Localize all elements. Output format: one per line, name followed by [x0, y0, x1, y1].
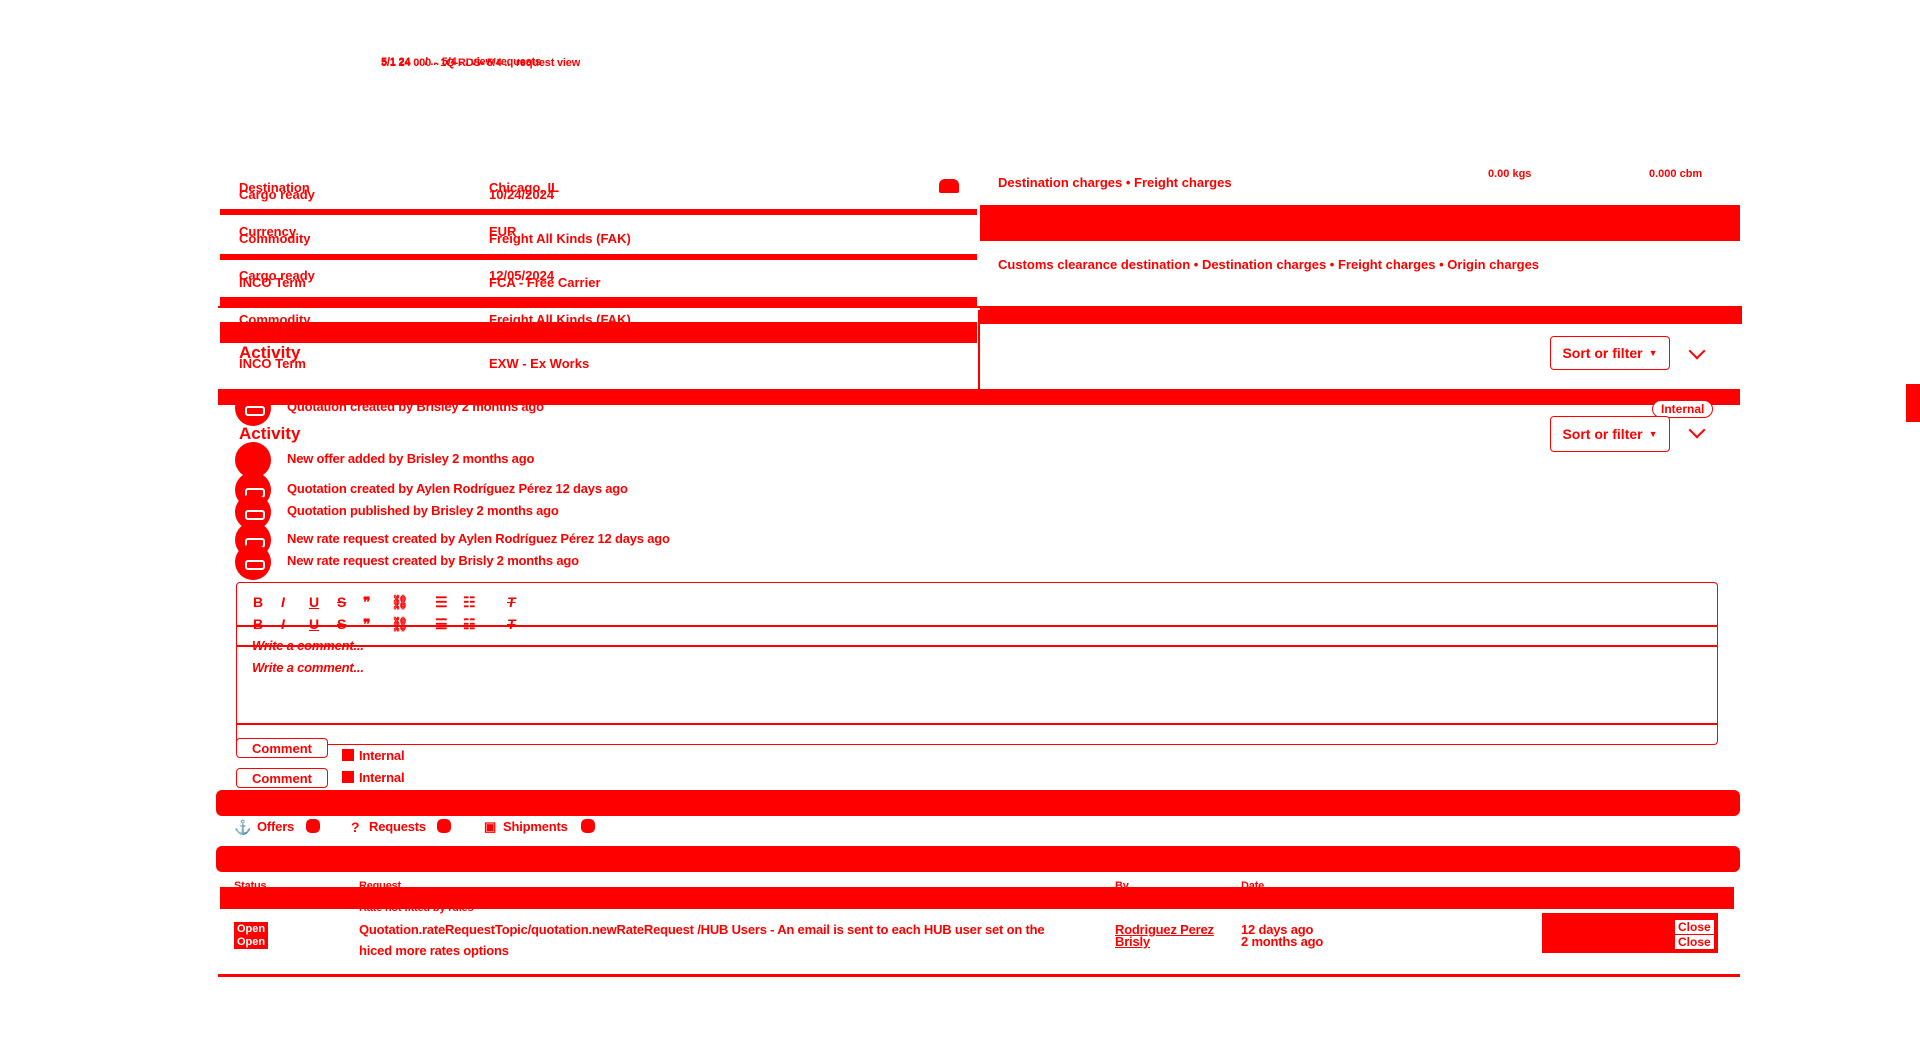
- comment-button[interactable]: Comment: [236, 738, 328, 758]
- quote-icon[interactable]: ❞: [363, 594, 371, 611]
- section-border: [218, 306, 1740, 308]
- request-cell-line2: hiced more rates options: [359, 943, 509, 958]
- bullet-list-icon[interactable]: ☷: [463, 594, 476, 611]
- weight-value: 0.00 kgs: [1488, 168, 1532, 180]
- tabs-divider: [216, 790, 1740, 816]
- internal-checkbox[interactable]: [342, 771, 354, 783]
- clear-format-icon[interactable]: T: [507, 616, 516, 632]
- calendar-icon[interactable]: [939, 179, 959, 193]
- requester-link[interactable]: Brisly: [1115, 934, 1150, 949]
- comment-placeholder-duplicate: Write a comment...: [252, 660, 364, 675]
- bold-icon[interactable]: B: [253, 594, 263, 610]
- avatar: [235, 390, 271, 426]
- strike-icon[interactable]: S: [337, 594, 346, 610]
- sort-filter-label: Sort or filter: [1562, 426, 1643, 442]
- offers-icon: ⚓: [234, 819, 252, 835]
- clear-format-icon[interactable]: T: [507, 594, 516, 610]
- request-cell[interactable]: Quotation.rateRequestTopic/quotation.new…: [359, 922, 1045, 937]
- breadcrumb-duplicate: 5/1 24 000 - 1Q-RDS- 5/4 ... request vie…: [381, 57, 581, 69]
- chevron-down-icon[interactable]: [1688, 421, 1706, 439]
- strike-icon[interactable]: S: [337, 616, 346, 632]
- editor-divider: [236, 723, 1718, 725]
- volume-value: 0.000 cbm: [1649, 168, 1703, 180]
- activity-item: Quotation published by Brisley 2 months …: [287, 503, 559, 518]
- sort-filter-button-duplicate[interactable]: Sort or filter ▼: [1550, 416, 1670, 452]
- bullet-list-icon[interactable]: ☷: [463, 616, 476, 633]
- tab-offers[interactable]: Offers: [257, 819, 294, 834]
- row-divider: [220, 322, 977, 343]
- sort-filter-label: Sort or filter: [1562, 345, 1643, 361]
- link-icon[interactable]: ⛓: [391, 594, 409, 611]
- activity-item: Quotation created by Aylen Rodríguez Pér…: [287, 481, 628, 496]
- avatar: [235, 544, 271, 580]
- toolbar-divider: [236, 625, 1718, 627]
- close-button[interactable]: Close: [1675, 920, 1714, 934]
- ordered-list-icon[interactable]: ☰: [435, 616, 448, 633]
- table-header-date: Date: [1241, 880, 1265, 892]
- comment-placeholder[interactable]: Write a comment...: [252, 638, 364, 653]
- activity-title-duplicate: Activity: [239, 424, 301, 443]
- row-divider: [220, 209, 977, 215]
- detail-label-cargo-ready: Cargo ready: [239, 187, 315, 202]
- internal-checkbox-label: Internal: [359, 770, 405, 785]
- caret-down-icon: ▼: [1648, 429, 1658, 439]
- charges-detail: Customs clearance destination • Destinat…: [998, 257, 1540, 272]
- table-header-status: Status: [234, 880, 267, 892]
- comment-button-duplicate[interactable]: Comment: [236, 768, 328, 788]
- ordered-list-icon[interactable]: ☰: [435, 594, 448, 611]
- sort-filter-button[interactable]: Sort or filter ▼: [1550, 336, 1670, 370]
- internal-checkbox-label: Internal: [359, 748, 405, 763]
- tab-requests[interactable]: Requests: [369, 819, 426, 834]
- underline-icon[interactable]: U: [309, 594, 319, 610]
- comment-editor[interactable]: [236, 582, 1718, 745]
- quote-icon[interactable]: ❞: [363, 616, 371, 633]
- close-button[interactable]: Close: [1675, 935, 1714, 949]
- tab-count-badge: [306, 819, 320, 833]
- bold-icon[interactable]: B: [253, 616, 263, 632]
- detail-value-commodity: Freight All Kinds (FAK): [489, 231, 631, 246]
- internal-checkbox[interactable]: [342, 749, 354, 761]
- activity-title: Activity: [239, 343, 301, 362]
- status-badge: Open: [234, 922, 269, 936]
- activity-item: New offer added by Brisley 2 months ago: [287, 451, 535, 466]
- activity-item: New rate request created by Brisly 2 mon…: [287, 553, 579, 568]
- caret-down-icon: ▼: [1648, 348, 1658, 358]
- row-divider: [980, 306, 1742, 324]
- activity-item: New rate request created by Aylen Rodríg…: [287, 531, 670, 546]
- tab-shipments[interactable]: Shipments: [503, 819, 568, 834]
- italic-icon[interactable]: I: [281, 594, 285, 610]
- underline-icon[interactable]: U: [309, 616, 319, 632]
- tabs-underline: [216, 846, 1740, 872]
- toolbar-divider: [236, 645, 1718, 647]
- shipments-icon: ▣: [484, 819, 497, 834]
- detail-value-inco-term-2: EXW - Ex Works: [489, 356, 590, 371]
- detail-value-inco-term: FCA - Free Carrier: [489, 275, 601, 290]
- activity-item: Quotation created by Brisley 2 months ag…: [287, 399, 544, 414]
- detail-label-commodity: Commodity: [239, 231, 311, 246]
- table-header-request: Request: [359, 880, 401, 892]
- table-subheader: Rate not fitted by rules: [359, 902, 474, 914]
- row-divider: [980, 205, 1740, 241]
- italic-icon[interactable]: I: [281, 616, 285, 632]
- link-icon[interactable]: ⛓: [391, 616, 409, 633]
- date-cell: 2 months ago: [1241, 934, 1324, 949]
- row-divider: [220, 297, 977, 306]
- detail-label-inco-term: INCO Term: [239, 275, 306, 290]
- table-header-by: By: [1115, 880, 1129, 892]
- tab-count-badge: [581, 819, 595, 833]
- charges-summary: Destination charges • Freight charges: [998, 175, 1232, 190]
- scrollbar-thumb[interactable]: [1906, 384, 1920, 422]
- table-bottom-border: [218, 974, 1740, 977]
- requests-icon: ?: [351, 819, 360, 835]
- status-badge: Open: [234, 935, 269, 949]
- detail-value-cargo-ready: 10/24/2024: [489, 187, 555, 202]
- row-divider: [220, 254, 977, 260]
- chevron-down-icon[interactable]: [1688, 342, 1706, 360]
- tab-count-badge: [437, 819, 451, 833]
